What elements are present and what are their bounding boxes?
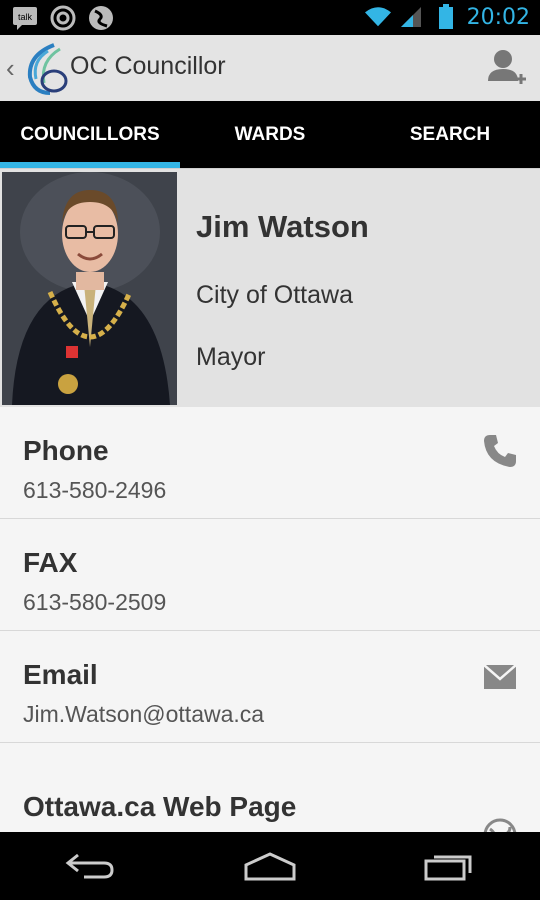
clock: 20:02 [466, 4, 530, 30]
signal-icon [399, 4, 425, 30]
tab-label: COUNCILLORS [20, 123, 160, 145]
email-icon[interactable] [482, 659, 518, 695]
action-bar: ‹ OC Councillor [0, 35, 540, 102]
add-contact-icon[interactable] [486, 47, 528, 89]
tab-search[interactable]: SEARCH [360, 101, 540, 168]
navigation-bar [0, 832, 540, 900]
app-title: OC Councillor [70, 52, 226, 80]
tab-bar: COUNCILLORS WARDS SEARCH [0, 101, 540, 168]
row-label: Phone [23, 435, 109, 466]
status-bar: talk 20:02 [0, 0, 540, 35]
tab-label: SEARCH [409, 123, 491, 145]
back-icon[interactable] [50, 841, 130, 891]
tab-councillors[interactable]: COUNCILLORS [0, 101, 180, 168]
wifi-icon [364, 4, 391, 30]
talk-icon: talk [12, 5, 38, 31]
tab-wards[interactable]: WARDS [180, 101, 360, 168]
email-value: Jim.Watson@ottawa.ca [23, 701, 265, 727]
contact-list: Phone 613-580-2496 FAX 613-580-2509 Emai… [0, 407, 540, 852]
phone-row[interactable]: Phone 613-580-2496 [0, 407, 540, 519]
fax-value: 613-580-2509 [23, 589, 167, 615]
phone-icon[interactable] [482, 433, 518, 469]
councillor-role: Mayor [196, 343, 266, 371]
email-row[interactable]: Email Jim.Watson@ottawa.ca [0, 631, 540, 743]
profile-header: Jim Watson City of Ottawa Mayor [0, 168, 540, 408]
councillor-photo [2, 172, 177, 405]
sync-icon [50, 5, 76, 31]
home-icon[interactable] [230, 841, 310, 891]
fax-row[interactable]: FAX 613-580-2509 [0, 519, 540, 631]
councillor-organization: City of Ottawa [196, 281, 353, 309]
row-label: Email [23, 659, 98, 690]
app-logo[interactable] [20, 41, 72, 97]
phone-value: 613-580-2496 [23, 477, 167, 503]
battery-icon [433, 4, 459, 30]
svg-text:talk: talk [18, 12, 33, 22]
row-label: FAX [23, 547, 78, 578]
recent-apps-icon[interactable] [410, 841, 490, 891]
tab-label: WARDS [234, 123, 306, 145]
councillor-name: Jim Watson [196, 209, 369, 244]
up-caret-icon[interactable]: ‹ [6, 53, 15, 84]
row-label: Ottawa.ca Web Page [23, 791, 297, 822]
app-icon [88, 5, 114, 31]
